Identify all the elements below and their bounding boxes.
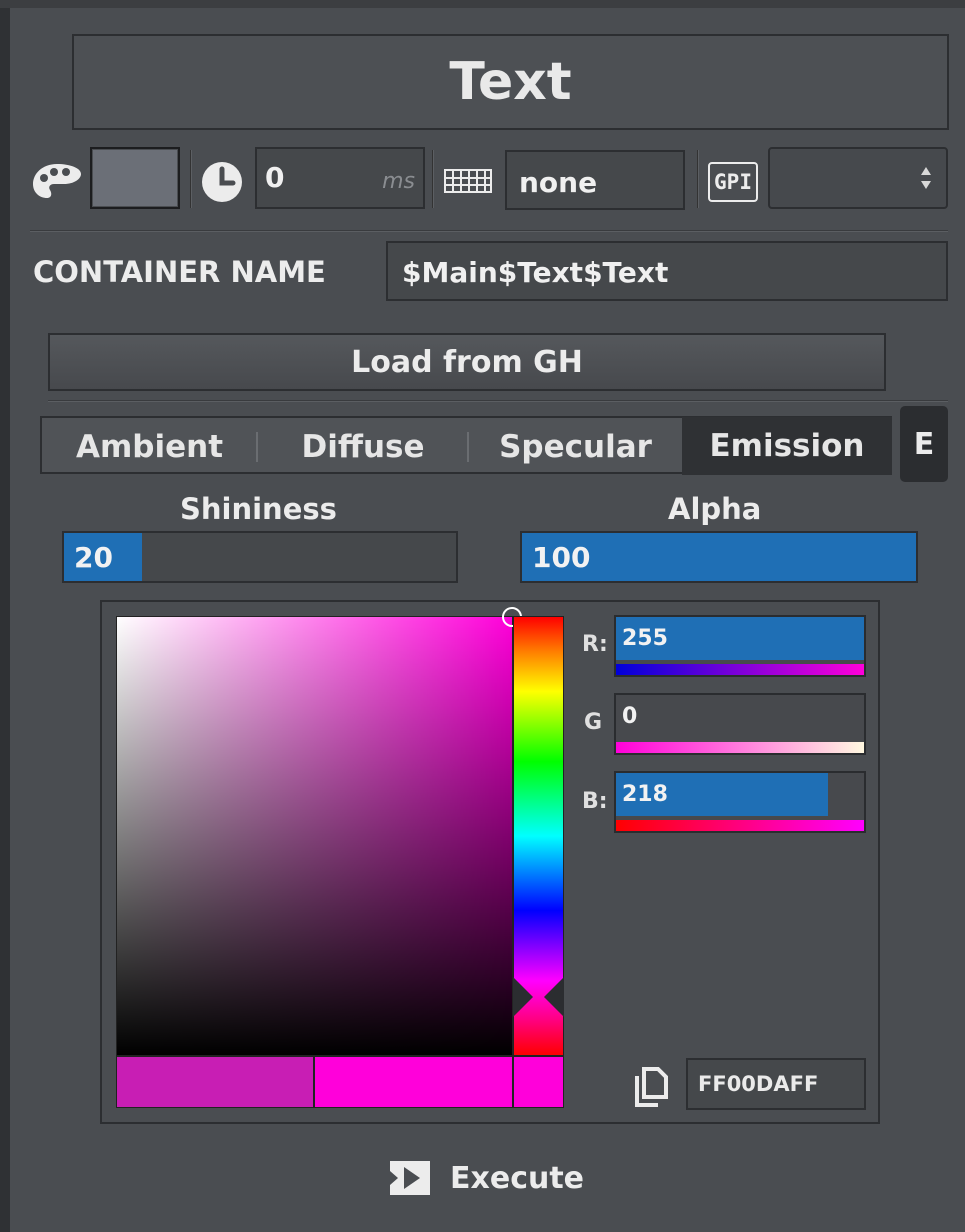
material-editor-panel: Text 0 ms none GPI CONTAINER NAME $Main$… xyxy=(0,0,965,1232)
color-picker: R: 255 G 0 B: 218 FF00DAFF xyxy=(100,600,880,1124)
divider xyxy=(30,230,948,232)
tab-specular[interactable]: Specular xyxy=(469,418,682,476)
execute-button[interactable]: Execute xyxy=(386,1152,586,1204)
palette-icon[interactable] xyxy=(30,160,84,202)
current-color-swatch xyxy=(314,1056,513,1108)
b-channel-gradient xyxy=(616,820,864,831)
g-channel-label: G xyxy=(584,710,603,735)
color-swatch-button[interactable] xyxy=(90,147,180,209)
keyboard-shortcut-input[interactable]: none xyxy=(505,150,685,210)
saturation-value-area[interactable] xyxy=(116,607,522,1056)
toolbar-separator xyxy=(432,150,434,208)
hue-color-swatch xyxy=(513,1056,564,1108)
color-swatch-fill xyxy=(93,150,177,206)
toolbar-separator xyxy=(190,150,192,208)
keyboard-icon xyxy=(444,168,492,194)
gpi-select[interactable] xyxy=(768,147,948,209)
container-name-label: CONTAINER NAME xyxy=(33,255,326,289)
hue-slider[interactable] xyxy=(513,616,564,1056)
tab-overflow-e[interactable]: E xyxy=(900,406,948,482)
b-channel-label: B: xyxy=(582,789,608,814)
panel-left-edge xyxy=(0,0,10,1232)
container-name-value: $Main$Text$Text xyxy=(402,256,669,289)
r-channel-gradient xyxy=(616,664,864,675)
delay-value: 0 xyxy=(265,161,285,194)
g-channel-gradient xyxy=(616,742,864,753)
g-channel-slider[interactable]: 0 xyxy=(614,693,866,755)
r-channel-slider[interactable]: 255 xyxy=(614,615,866,677)
hex-color-field[interactable]: FF00DAFF xyxy=(686,1058,866,1110)
sv-black-gradient xyxy=(117,617,512,1055)
load-from-gh-button[interactable]: Load from GH xyxy=(48,333,886,391)
hue-slider-handle[interactable] xyxy=(513,977,564,1017)
hex-color-value: FF00DAFF xyxy=(698,1072,819,1096)
gpi-label: GPI xyxy=(714,170,752,194)
gpi-icon: GPI xyxy=(708,162,758,202)
b-channel-value: 218 xyxy=(622,782,668,807)
execute-label: Execute xyxy=(450,1160,585,1196)
clock-icon xyxy=(200,160,244,204)
alpha-value: 100 xyxy=(532,540,591,574)
shininess-value: 20 xyxy=(74,540,113,574)
divider xyxy=(48,400,948,402)
shininess-label: Shininess xyxy=(180,492,337,526)
alpha-label: Alpha xyxy=(668,492,762,526)
r-channel-value: 255 xyxy=(622,626,668,651)
container-name-field[interactable]: $Main$Text$Text xyxy=(386,241,948,301)
tab-ambient[interactable]: Ambient xyxy=(42,418,257,476)
toolbar-separator xyxy=(697,150,699,208)
execute-icon xyxy=(386,1157,434,1199)
select-updown-icon xyxy=(920,163,932,193)
copy-icon[interactable] xyxy=(634,1067,668,1107)
keyboard-shortcut-value: none xyxy=(519,166,598,199)
page-title: Text xyxy=(72,34,949,130)
tab-diffuse[interactable]: Diffuse xyxy=(258,418,468,476)
tab-emission[interactable]: Emission xyxy=(682,417,892,475)
delay-unit: ms xyxy=(382,169,415,194)
delay-input[interactable]: 0 ms xyxy=(255,147,425,209)
material-tabs: Ambient Diffuse Specular Emission xyxy=(40,416,892,476)
panel-top-edge xyxy=(0,0,965,8)
previous-color-swatch[interactable] xyxy=(116,1056,314,1108)
r-channel-label: R: xyxy=(582,632,608,657)
b-channel-slider[interactable]: 218 xyxy=(614,771,866,833)
alpha-slider[interactable]: 100 xyxy=(520,531,918,583)
shininess-slider[interactable]: 20 xyxy=(62,531,458,583)
g-channel-value: 0 xyxy=(622,704,638,729)
